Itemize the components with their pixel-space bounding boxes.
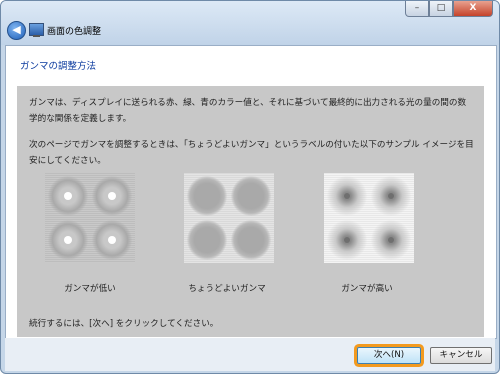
gamma-description: ガンマは、ディスプレイに送られる赤、緑、青のカラー値と、それに基づいて最終的に出… xyxy=(29,98,467,124)
info-panel: ガンマは、ディスプレイに送られる赤、緑、青のカラー値と、それに基づいて最終的に出… xyxy=(17,86,484,337)
sample-label-low: ガンマが低い xyxy=(64,284,116,294)
pattern-dot xyxy=(64,192,72,200)
instruction-text: 次のページでガンマを調整するときは、「ちょうどよいガンマ」というラベルの付いた以… xyxy=(29,140,474,166)
back-arrow-icon[interactable]: ◀ xyxy=(7,21,26,40)
sample-low-gamma xyxy=(45,173,135,263)
window-title: 画面の色調整 xyxy=(47,27,102,37)
pattern-dot xyxy=(108,192,116,200)
pattern-dot xyxy=(388,193,394,199)
monitor-icon xyxy=(29,23,44,37)
page-heading: ガンマの調整方法 xyxy=(20,61,97,72)
minimize-button[interactable]: – xyxy=(405,1,429,17)
next-button[interactable]: 次へ(N) xyxy=(357,347,421,364)
dialog-window: ◀ 画面の色調整 – □ X ガンマの調整方法 ガンマは、ディスプレイに送られる… xyxy=(0,0,500,374)
pattern-spot xyxy=(371,220,411,260)
pattern-spot xyxy=(187,220,227,260)
pattern-spot xyxy=(371,176,411,216)
sample-label-good: ちょうどよいガンマ xyxy=(188,284,266,294)
pattern-dot xyxy=(344,237,350,243)
pattern-spot xyxy=(187,176,227,216)
content-area: ガンマの調整方法 ガンマは、ディスプレイに送られる赤、緑、青のカラー値と、それに… xyxy=(5,45,497,339)
continue-instruction: 続行するには、[次へ] をクリックしてください。 xyxy=(29,319,219,329)
pattern-spot xyxy=(327,220,367,260)
sample-high-gamma xyxy=(324,173,414,263)
pattern-spot xyxy=(48,220,88,260)
pattern-dot xyxy=(344,193,350,199)
pattern-spot xyxy=(48,176,88,216)
pattern-spot xyxy=(327,176,367,216)
pattern-spot xyxy=(231,220,271,260)
close-button[interactable]: X xyxy=(453,1,493,17)
pattern-dot xyxy=(64,236,72,244)
caption-buttons: – □ X xyxy=(405,1,493,18)
maximize-button[interactable]: □ xyxy=(429,1,453,17)
cancel-button[interactable]: キャンセル xyxy=(430,347,492,364)
sample-label-high: ガンマが高い xyxy=(341,284,393,294)
title-bar: ◀ 画面の色調整 – □ X xyxy=(1,1,499,45)
pattern-spot xyxy=(92,176,132,216)
sample-good-gamma xyxy=(184,173,274,263)
dialog-footer: 次へ(N) キャンセル xyxy=(5,338,495,371)
pattern-spot xyxy=(92,220,132,260)
pattern-dot xyxy=(108,236,116,244)
pattern-dot xyxy=(388,237,394,243)
pattern-spot xyxy=(231,176,271,216)
